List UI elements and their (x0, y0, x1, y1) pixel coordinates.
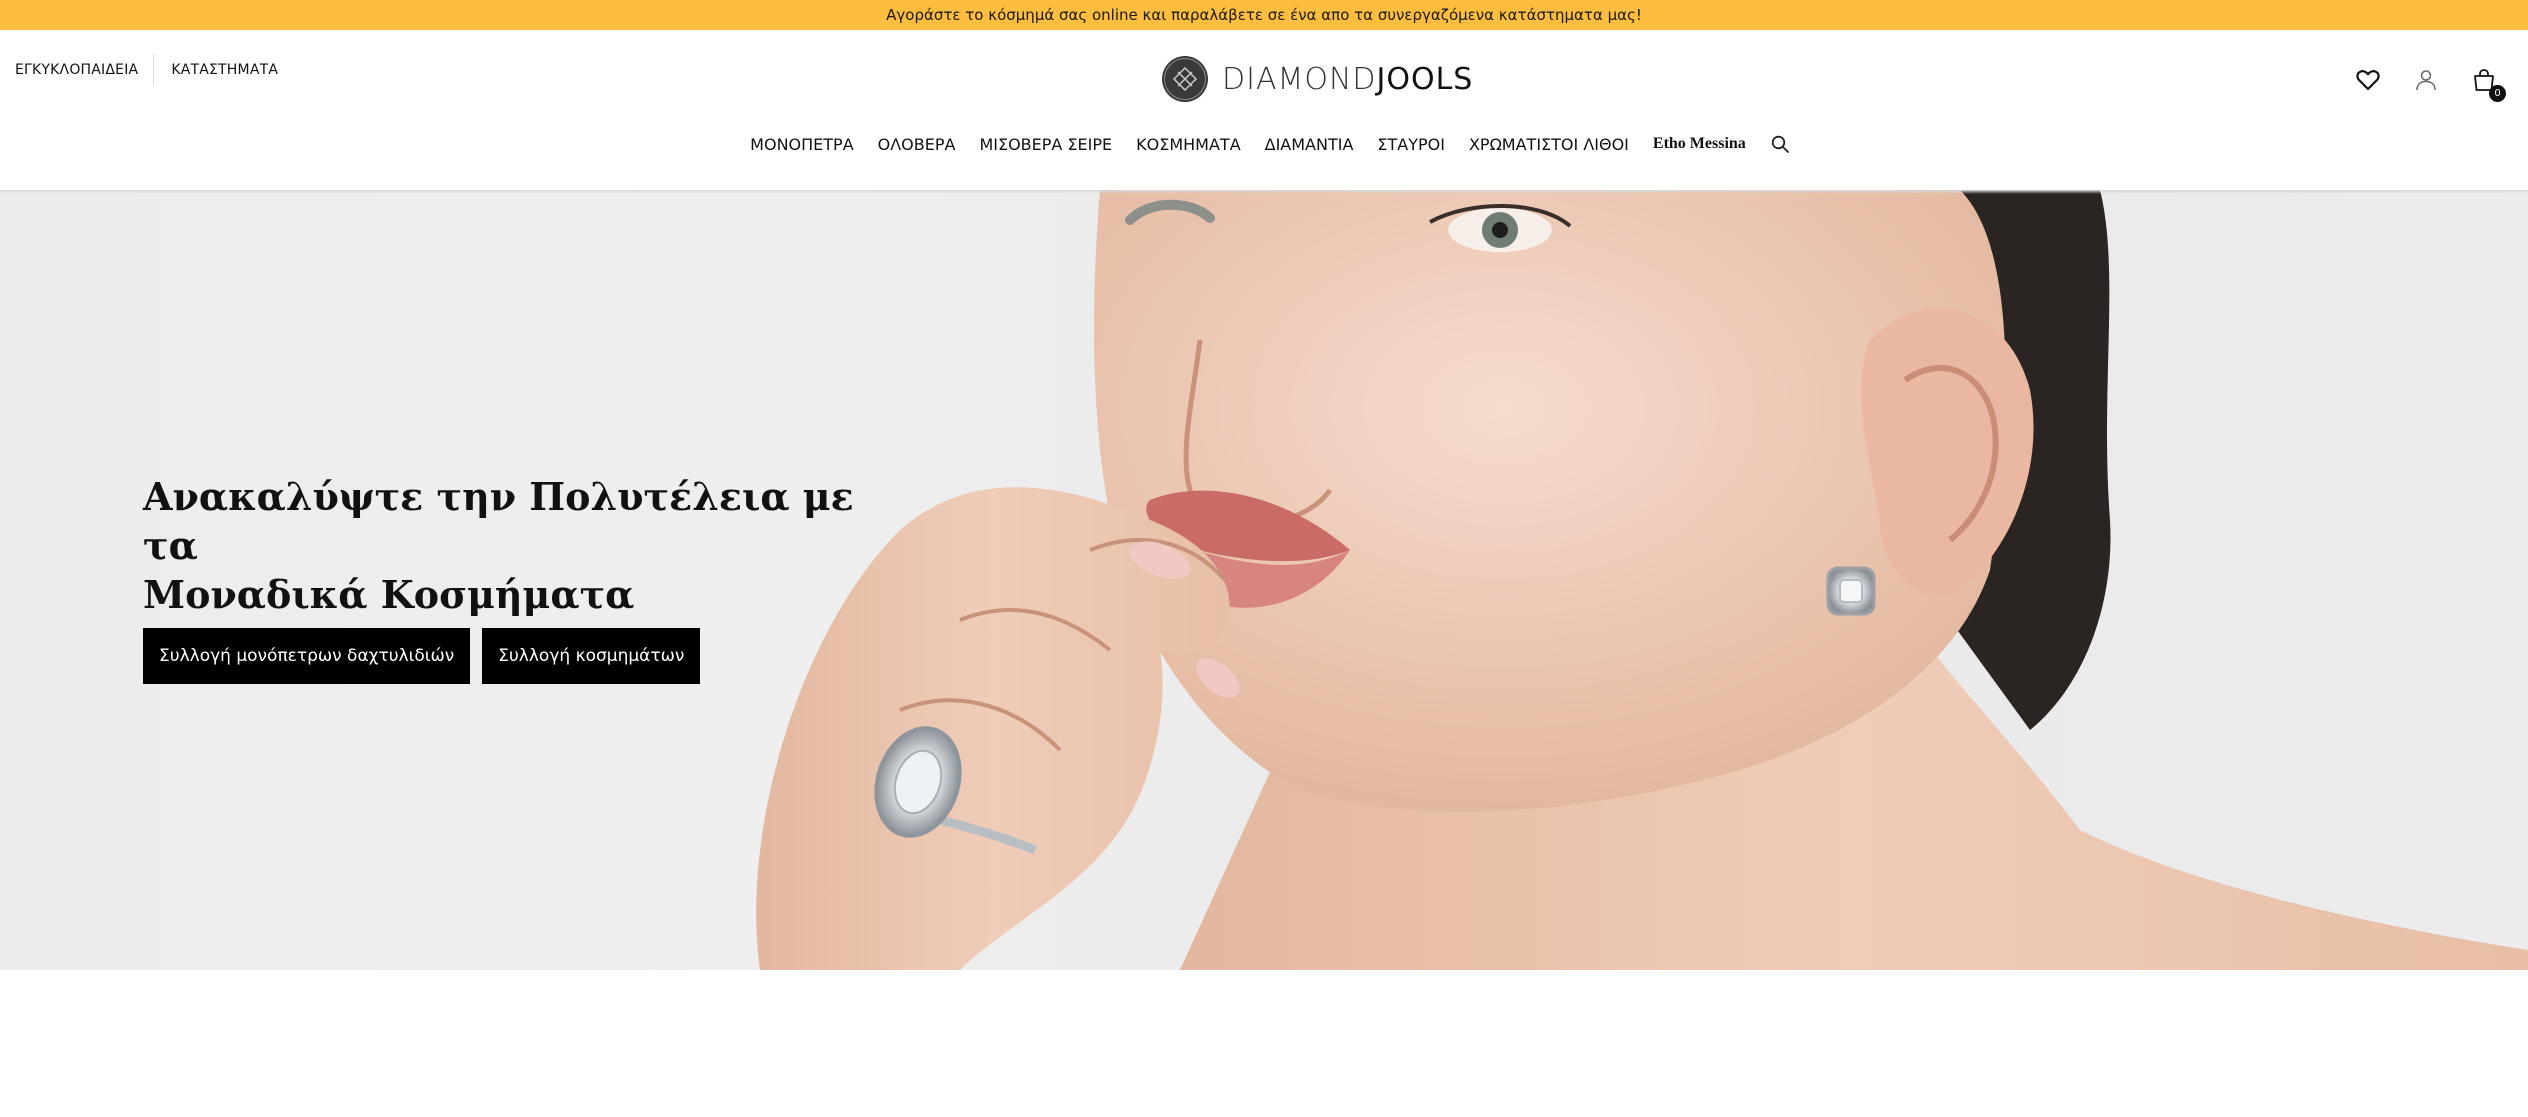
site-logo[interactable]: DIAMONDJOOLS (1162, 56, 1473, 102)
logo-text-part1: DIAMOND (1222, 61, 1377, 97)
nav-item-misovera[interactable]: ΜΙΣΟΒΕΡΑ ΣΕΙΡΕ (979, 135, 1112, 154)
announcement-bar: Αγοράστε το κόσμημά σας online και παραλ… (0, 0, 2528, 30)
logo-mark-icon (1162, 56, 1208, 102)
divider (153, 54, 155, 86)
logo-text-part2: JOOLS (1376, 61, 1474, 97)
jewelry-collection-button[interactable]: Συλλογή κοσμημάτων (482, 628, 701, 684)
heart-icon[interactable] (2354, 66, 2382, 94)
main-nav: ΜΟΝΟΠΕΤΡΑ ΟΛΟΒΕΡΑ ΜΙΣΟΒΕΡΑ ΣΕΙΡΕ ΚΟΣΜΗΜΑ… (0, 134, 2528, 154)
nav-item-olovera[interactable]: ΟΛΟΒΕΡΑ (878, 135, 956, 154)
hero-buttons: Συλλογή μονόπετρων δαχτυλιδιών Συλλογή κ… (143, 628, 712, 684)
stores-link[interactable]: ΚΑΤΑΣΤΗΜΑΤΑ (171, 62, 278, 78)
cart-count-badge: 0 (2489, 85, 2506, 102)
site-header: ΕΓΚΥΚΛΟΠΑΙΔΕΙΑ ΚΑΤΑΣΤΗΜΑΤΑ DIAMONDJOOLS … (0, 30, 2528, 190)
encyclopedia-link[interactable]: ΕΓΚΥΚΛΟΠΑΙΔΕΙΑ (15, 62, 138, 78)
nav-item-etho-messina[interactable]: Etho Messina (1653, 135, 1746, 153)
announcement-text: Αγοράστε το κόσμημά σας online και παραλ… (886, 6, 1642, 24)
search-icon[interactable] (1770, 134, 1790, 154)
solitaire-rings-collection-button[interactable]: Συλλογή μονόπετρων δαχτυλιδιών (143, 628, 471, 684)
logo-wordmark: DIAMONDJOOLS (1222, 62, 1473, 97)
utility-links: ΕΓΚΥΚΛΟΠΑΙΔΕΙΑ ΚΑΤΑΣΤΗΜΑΤΑ (15, 54, 278, 86)
nav-item-kosmimata[interactable]: ΚΟΣΜΗΜΑΤΑ (1136, 135, 1241, 154)
nav-item-xromatistoi-lithoi[interactable]: ΧΡΩΜΑΤΙΣΤΟΙ ΛΙΘΟΙ (1469, 135, 1629, 154)
user-icon[interactable] (2412, 66, 2440, 94)
hero-title-line1: Ανακαλύψτε την Πολυτέλεια με τα (143, 474, 854, 568)
nav-item-diamantia[interactable]: ΔΙΑΜΑΝΤΙΑ (1265, 135, 1354, 154)
hero-top-shadow (0, 190, 2528, 194)
nav-item-stavroi[interactable]: ΣΤΑΥΡΟΙ (1377, 135, 1445, 154)
header-icons: 0 (2324, 66, 2506, 102)
hero-banner: Ανακαλύψτε την Πολυτέλεια με τα Μοναδικά… (0, 190, 2528, 970)
nav-item-monopetra[interactable]: ΜΟΝΟΠΕΤΡΑ (750, 135, 853, 154)
cart-icon[interactable]: 0 (2470, 66, 2506, 102)
